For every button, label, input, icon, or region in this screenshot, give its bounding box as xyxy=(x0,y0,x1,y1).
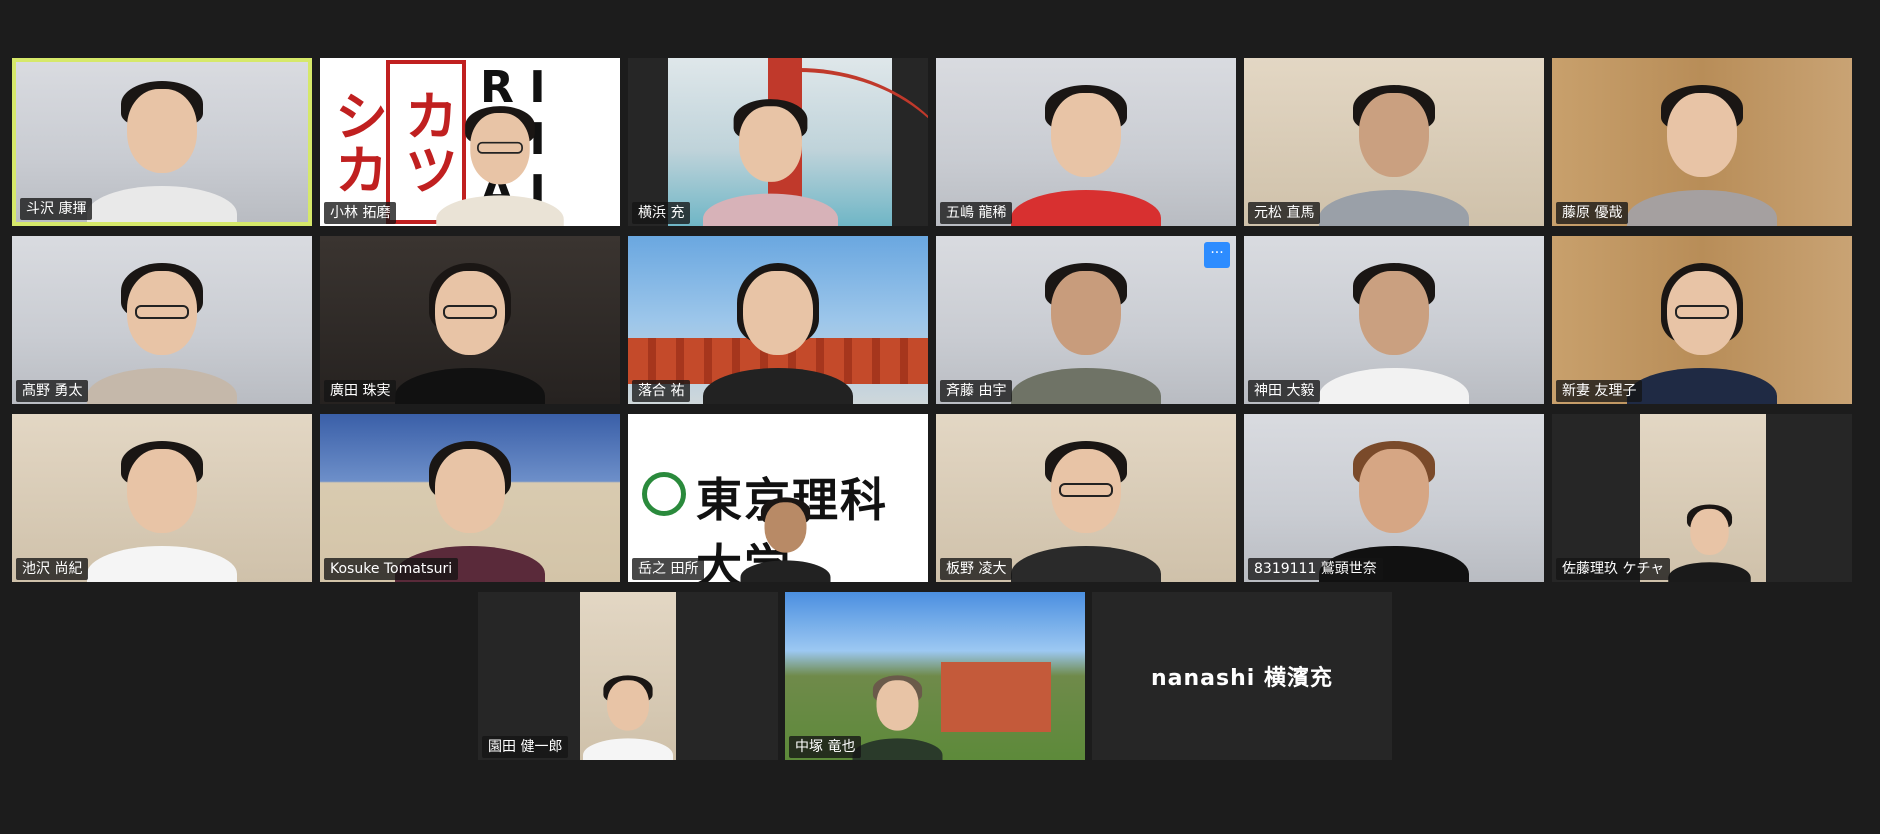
participant-video xyxy=(87,77,237,222)
participant-name: 岳之 田所 xyxy=(632,558,705,580)
participant-name: 廣田 珠実 xyxy=(324,380,397,402)
participant-name: Kosuke Tomatsuri xyxy=(324,558,459,580)
participant-video xyxy=(1627,259,1777,404)
participant-video xyxy=(740,495,831,582)
zoom-gallery-view: 斗沢 康揮 カツシカ R I A I A I 小林 拓磨 横浜 充 五嶋 龍稀 … xyxy=(0,0,1880,834)
participant-name: 五嶋 龍稀 xyxy=(940,202,1013,224)
video-tile-12[interactable]: 新妻 友理子 xyxy=(1552,236,1852,404)
participant-name: 8319111 鷲頭世奈 xyxy=(1248,558,1383,580)
participant-video xyxy=(1011,437,1161,582)
participant-name: 元松 直馬 xyxy=(1248,202,1321,224)
video-tile-13[interactable]: 池沢 尚紀 xyxy=(12,414,312,582)
participant-name: 斉藤 由宇 xyxy=(940,380,1013,402)
video-tile-20[interactable]: 中塚 竜也 xyxy=(785,592,1085,760)
participant-name: 小林 拓磨 xyxy=(324,202,397,224)
video-tile-1[interactable]: 斗沢 康揮 xyxy=(12,58,312,226)
participant-name: 園田 健一郎 xyxy=(482,736,569,758)
participant-name: 落合 祐 xyxy=(632,380,691,402)
participant-video xyxy=(703,96,838,226)
participant-name: 板野 凌大 xyxy=(940,558,1013,580)
participant-video xyxy=(583,673,673,760)
participant-name-placeholder: nanashi 横濱充 xyxy=(1151,666,1333,691)
video-tile-7[interactable]: 髙野 勇太 xyxy=(12,236,312,404)
participant-name: 横浜 充 xyxy=(632,202,691,224)
participant-video xyxy=(1668,502,1751,582)
participant-name: 神田 大毅 xyxy=(1248,380,1321,402)
video-tile-10[interactable]: ··· 斉藤 由宇 xyxy=(936,236,1236,404)
participant-name: 中塚 竜也 xyxy=(789,736,862,758)
video-tile-16[interactable]: 板野 凌大 xyxy=(936,414,1236,582)
video-tile-18[interactable]: 佐藤理玖 ケチャ xyxy=(1552,414,1852,582)
video-tile-17[interactable]: 8319111 鷲頭世奈 xyxy=(1244,414,1544,582)
video-tile-14[interactable]: Kosuke Tomatsuri xyxy=(320,414,620,582)
participant-name: 新妻 友理子 xyxy=(1556,380,1643,402)
participant-video xyxy=(1319,259,1469,404)
participant-video xyxy=(395,259,545,404)
video-tile-6[interactable]: 藤原 優哉 xyxy=(1552,58,1852,226)
video-tile-11[interactable]: 神田 大毅 xyxy=(1244,236,1544,404)
participant-video xyxy=(1011,81,1161,226)
participant-name: 藤原 優哉 xyxy=(1556,202,1629,224)
video-tile-15[interactable]: 東京理科大学 岳之 田所 xyxy=(628,414,928,582)
video-tile-9[interactable]: 落合 祐 xyxy=(628,236,928,404)
more-options-button[interactable]: ··· xyxy=(1204,242,1230,268)
participant-name: 斗沢 康揮 xyxy=(20,198,93,220)
video-tile-19[interactable]: 園田 健一郎 xyxy=(478,592,778,760)
participant-video xyxy=(436,103,564,226)
participant-name: 髙野 勇太 xyxy=(16,380,89,402)
participant-video xyxy=(852,673,943,760)
participant-video xyxy=(87,259,237,404)
video-tile-21[interactable]: nanashi 横濱充 xyxy=(1092,592,1392,760)
video-tile-8[interactable]: 廣田 珠実 xyxy=(320,236,620,404)
university-logo-icon xyxy=(642,472,686,516)
participant-video xyxy=(703,259,853,404)
participant-name: 佐藤理玖 ケチャ xyxy=(1556,558,1671,580)
video-tile-4[interactable]: 五嶋 龍稀 xyxy=(936,58,1236,226)
video-tile-2[interactable]: カツシカ R I A I A I 小林 拓磨 xyxy=(320,58,620,226)
video-tile-3[interactable]: 横浜 充 xyxy=(628,58,928,226)
video-tile-5[interactable]: 元松 直馬 xyxy=(1244,58,1544,226)
participant-video xyxy=(1627,81,1777,226)
participant-video xyxy=(1011,259,1161,404)
participant-video xyxy=(87,437,237,582)
participant-video xyxy=(1319,81,1469,226)
participant-name: 池沢 尚紀 xyxy=(16,558,89,580)
